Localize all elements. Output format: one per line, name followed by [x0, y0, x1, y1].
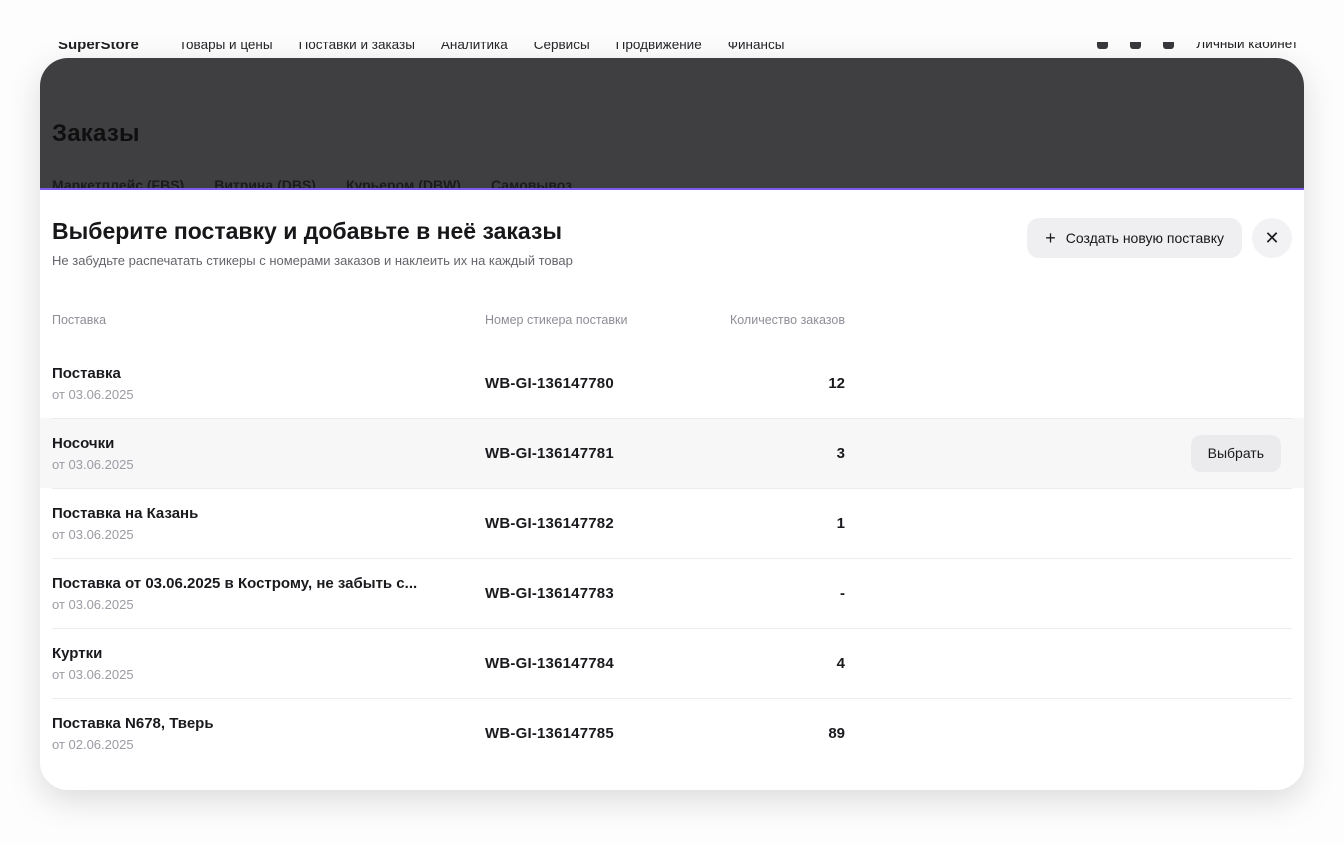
sticker-number: WB-GI-136147782	[485, 515, 722, 532]
sticker-number: WB-GI-136147784	[485, 655, 722, 672]
supply-name-cell: Поставка N678, Тверь от 02.06.2025	[52, 714, 485, 753]
app-window: Заказы Маркетплейс (FBS) Витрина (DBS) К…	[40, 58, 1304, 790]
column-header-sticker: Номер стикера поставки	[485, 313, 722, 327]
supply-name: Поставка	[52, 364, 472, 383]
top-navigation: SuperStore Товары и цены Поставки и зака…	[40, 42, 1304, 58]
supply-date: от 03.06.2025	[52, 526, 485, 543]
supply-name-cell: Поставка на Казань от 03.06.2025	[52, 504, 485, 543]
nav-item-analytics[interactable]: Аналитика	[441, 42, 508, 52]
table-header: Поставка Номер стикера поставки Количест…	[40, 313, 1304, 327]
tab-dbs[interactable]: Витрина (DBS)	[214, 178, 316, 188]
nav-item-finance[interactable]: Финансы	[728, 42, 785, 52]
orders-count: 3	[722, 445, 845, 462]
supply-date: от 03.06.2025	[52, 386, 485, 403]
modal-header-text: Выберите поставку и добавьте в неё заказ…	[52, 216, 573, 270]
column-header-count: Количество заказов	[722, 313, 845, 327]
create-supply-button[interactable]: + Создать новую поставку	[1027, 218, 1242, 258]
supply-name: Поставка N678, Тверь	[52, 714, 472, 733]
orders-count: -	[722, 585, 845, 602]
dimmed-overlay: Заказы Маркетплейс (FBS) Витрина (DBS) К…	[40, 58, 1304, 188]
supply-name: Куртки	[52, 644, 472, 663]
orders-count: 89	[722, 725, 845, 742]
create-supply-label: Создать новую поставку	[1066, 230, 1224, 246]
orders-count: 1	[722, 515, 845, 532]
sticker-number: WB-GI-136147785	[485, 725, 722, 742]
table-row[interactable]: Поставка на Казань от 03.06.2025 WB-GI-1…	[40, 488, 1304, 558]
modal-title: Выберите поставку и добавьте в неё заказ…	[52, 216, 573, 246]
nav-item-services[interactable]: Сервисы	[534, 42, 590, 52]
orders-count: 12	[722, 375, 845, 392]
table-row[interactable]: Носочки от 03.06.2025 WB-GI-136147781 3 …	[40, 418, 1304, 488]
close-icon: ✕	[1264, 229, 1279, 247]
nav-icon-1[interactable]	[1097, 42, 1108, 49]
table-row[interactable]: Поставка N678, Тверь от 02.06.2025 WB-GI…	[40, 698, 1304, 768]
tab-pickup[interactable]: Самовывоз	[491, 178, 572, 188]
account-label[interactable]: Личный кабинет	[1196, 42, 1298, 51]
nav-item-goods[interactable]: Товары и цены	[179, 42, 273, 52]
table-row[interactable]: Поставка от 03.06.2025 WB-GI-136147780 1…	[40, 348, 1304, 418]
tab-dbw[interactable]: Курьером (DBW)	[346, 178, 461, 188]
nav-item-promotion[interactable]: Продвижение	[616, 42, 702, 52]
close-button[interactable]: ✕	[1252, 218, 1292, 258]
supply-name: Поставка на Казань	[52, 504, 472, 523]
supply-name-cell: Поставка от 03.06.2025 в Кострому, не за…	[52, 574, 485, 613]
table-row[interactable]: Поставка от 03.06.2025 в Кострому, не за…	[40, 558, 1304, 628]
select-supply-modal: Выберите поставку и добавьте в неё заказ…	[40, 188, 1304, 790]
supply-name-cell: Носочки от 03.06.2025	[52, 434, 485, 473]
supply-date: от 03.06.2025	[52, 456, 485, 473]
supply-date: от 03.06.2025	[52, 666, 485, 683]
sticker-number: WB-GI-136147783	[485, 585, 722, 602]
modal-subtitle: Не забудьте распечатать стикеры с номера…	[52, 252, 573, 270]
nav-icon-3[interactable]	[1163, 42, 1174, 49]
supply-date: от 02.06.2025	[52, 736, 485, 753]
plus-icon: +	[1045, 229, 1056, 247]
nav-item-supplies[interactable]: Поставки и заказы	[299, 42, 415, 52]
page-title: Заказы	[52, 120, 140, 148]
orders-tabs: Маркетплейс (FBS) Витрина (DBS) Курьером…	[52, 178, 1292, 188]
supply-name-cell: Поставка от 03.06.2025	[52, 364, 485, 403]
column-header-supply: Поставка	[52, 313, 485, 327]
supply-name: Носочки	[52, 434, 472, 453]
orders-count: 4	[722, 655, 845, 672]
supply-name-cell: Куртки от 03.06.2025	[52, 644, 485, 683]
sticker-number: WB-GI-136147781	[485, 445, 722, 462]
select-supply-button[interactable]: Выбрать	[1191, 435, 1281, 472]
brand-logo[interactable]: SuperStore	[58, 42, 139, 53]
supply-list: Поставка от 03.06.2025 WB-GI-136147780 1…	[40, 348, 1304, 768]
sticker-number: WB-GI-136147780	[485, 375, 722, 392]
table-row[interactable]: Куртки от 03.06.2025 WB-GI-136147784 4	[40, 628, 1304, 698]
supply-date: от 03.06.2025	[52, 596, 485, 613]
supply-name: Поставка от 03.06.2025 в Кострому, не за…	[52, 574, 472, 593]
tab-fbs[interactable]: Маркетплейс (FBS)	[52, 178, 184, 188]
nav-icon-2[interactable]	[1130, 42, 1141, 49]
